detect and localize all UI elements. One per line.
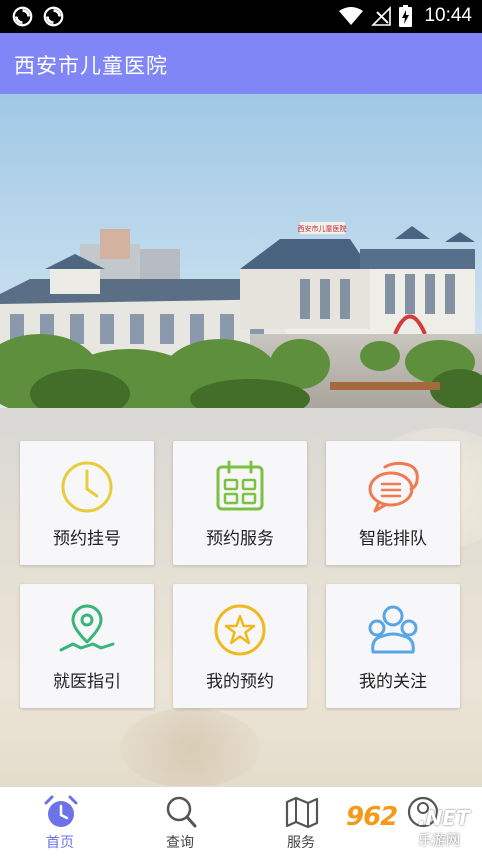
- wifi-icon: [339, 7, 364, 25]
- location-pin-icon: [59, 604, 115, 652]
- battery-charging-icon: [399, 5, 413, 27]
- tile-label: 预约挂号: [53, 529, 121, 549]
- nav-item-query[interactable]: 查询: [120, 787, 240, 856]
- watermark-brand: 962: [346, 802, 398, 832]
- tile-my-appointments[interactable]: 我的预约: [173, 584, 307, 708]
- tile-medical-guide[interactable]: 就医指引: [20, 584, 154, 708]
- tile-label: 我的预约: [206, 672, 274, 692]
- hospital-banner-image[interactable]: 西安市儿童医院: [0, 94, 482, 408]
- status-bar: 10:44: [0, 0, 482, 33]
- nav-item-service[interactable]: 服务: [241, 787, 361, 856]
- sync-icon: [12, 6, 33, 27]
- chat-bubbles-icon: [368, 461, 419, 513]
- clock-icon: [61, 461, 113, 513]
- nav-label: 首页: [46, 835, 74, 851]
- watermark-suffix: .NET: [418, 806, 470, 830]
- map-icon: [285, 796, 319, 829]
- status-time: 10:44: [424, 5, 472, 26]
- banner-sign-text: 西安市儿童医院: [298, 224, 347, 233]
- search-icon: [166, 796, 197, 828]
- tile-label: 就医指引: [53, 672, 121, 692]
- watermark-sub: 乐游网: [418, 833, 460, 849]
- nav-item-home[interactable]: 首页: [0, 787, 120, 856]
- tile-label: 预约服务: [206, 529, 274, 549]
- tile-appointment-service[interactable]: 预约服务: [173, 441, 307, 565]
- sync-icon: [43, 6, 64, 27]
- no-signal-icon: [371, 6, 392, 26]
- nav-label: 服务: [287, 835, 315, 851]
- tile-label: 智能排队: [359, 529, 427, 549]
- people-icon: [368, 605, 418, 654]
- nav-label: 查询: [166, 835, 194, 851]
- watermark-logo: 962 .NET 乐游网: [344, 800, 482, 852]
- app-bar: 西安市儿童医院: [0, 33, 482, 94]
- alarm-clock-icon: [44, 795, 78, 827]
- tile-my-follows[interactable]: 我的关注: [326, 584, 460, 708]
- tile-label: 我的关注: [359, 672, 427, 692]
- tile-appointment-registration[interactable]: 预约挂号: [20, 441, 154, 565]
- calendar-icon: [216, 460, 264, 511]
- tile-smart-queue[interactable]: 智能排队: [326, 441, 460, 565]
- star-icon: [214, 604, 266, 656]
- page-title: 西安市儿童医院: [14, 54, 168, 78]
